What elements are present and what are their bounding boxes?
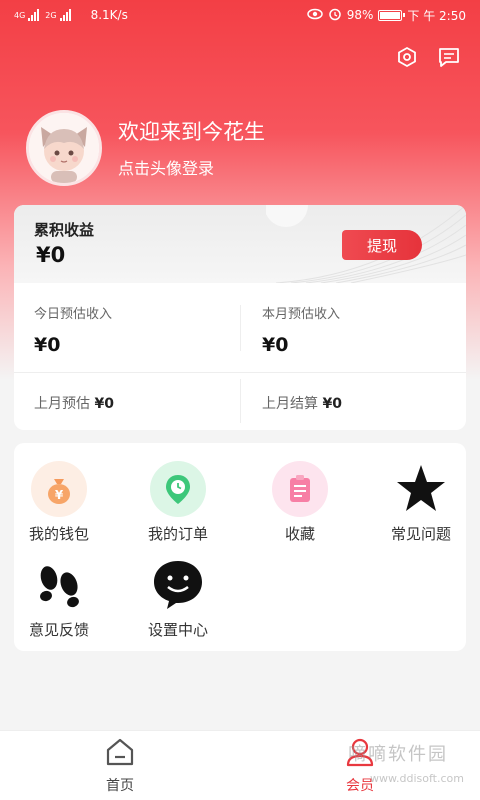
- footprints-icon: [31, 557, 87, 613]
- menu-label-orders: 我的订单: [147, 525, 208, 543]
- earnings-card: 累积收益 ¥0 提现 今日预估收入 ¥0 本月预估收入 ¥0 上月预估 ¥0 上…: [14, 205, 466, 430]
- message-icon[interactable]: [436, 44, 462, 70]
- network-type-2: 2G: [45, 10, 57, 20]
- menu-label-feedback: 意见反馈: [28, 621, 89, 639]
- star-icon: [393, 461, 449, 517]
- money-bag-icon: ¥: [31, 461, 87, 517]
- top-actions: [394, 44, 462, 70]
- menu-item-settings[interactable]: 设置中心: [128, 557, 228, 640]
- last-month-estimate: 上月预估 ¥0: [34, 393, 114, 413]
- eye-icon: [307, 8, 323, 23]
- menu-label-faq: 常见问题: [390, 525, 451, 543]
- today-estimate-label: 今日预估收入: [34, 307, 113, 322]
- month-estimate: 本月预估收入 ¥0: [240, 289, 466, 373]
- month-estimate-value: ¥0: [262, 334, 289, 356]
- login-hint[interactable]: 点击头像登录: [118, 155, 214, 179]
- avatar[interactable]: [26, 110, 102, 186]
- menu-item-favorites[interactable]: 收藏: [250, 461, 350, 544]
- today-estimate-value: ¥0: [34, 334, 61, 356]
- today-estimate: 今日预估收入 ¥0: [14, 289, 240, 373]
- battery-percent: 98%: [346, 8, 374, 22]
- signal-icon-2: [59, 9, 71, 21]
- nav-home[interactable]: 首页: [80, 737, 160, 795]
- menu-item-orders[interactable]: 我的订单: [128, 461, 228, 544]
- menu-item-wallet[interactable]: ¥ 我的钱包: [9, 461, 109, 544]
- menu-label-favorites: 收藏: [284, 525, 315, 543]
- divider: [240, 305, 241, 351]
- earnings-total: ¥0: [36, 243, 66, 267]
- divider: [240, 379, 241, 423]
- svg-text:¥: ¥: [55, 488, 64, 502]
- network-type: 4G: [14, 10, 26, 20]
- clipboard-icon: [272, 461, 328, 517]
- nav-home-label: 首页: [106, 778, 134, 794]
- watermark-text: 嘀嘀软件园: [348, 744, 448, 765]
- earnings-title: 累积收益: [34, 221, 95, 239]
- menu-label-wallet: 我的钱包: [28, 525, 89, 543]
- settings-hexagon-icon[interactable]: [394, 44, 420, 70]
- last-month-estimate-label: 上月预估: [34, 396, 90, 412]
- status-bar: 4G 2G 8.1K/s 98% 下 午 2:50: [0, 0, 480, 30]
- last-month-settlement: 上月结算 ¥0: [262, 393, 342, 413]
- menu-item-faq[interactable]: 常见问题: [371, 461, 471, 544]
- menu-label-settings: 设置中心: [147, 621, 208, 639]
- last-month-settlement-value: ¥0: [322, 396, 342, 412]
- battery-icon: [378, 9, 406, 21]
- month-estimate-label: 本月预估收入: [262, 307, 341, 322]
- menu-item-feedback[interactable]: 意见反馈: [9, 557, 109, 640]
- divider: [14, 372, 466, 373]
- home-icon: [106, 738, 134, 766]
- watermark-url: www.ddisoft.com: [370, 772, 464, 785]
- withdraw-button[interactable]: 提现: [342, 230, 422, 260]
- feature-menu: ¥ 我的钱包 我的订单 收藏 常见问题 意见反馈 设置中心: [14, 443, 466, 651]
- welcome-title: 欢迎来到今花生: [118, 120, 265, 144]
- network-speed: 8.1K/s: [90, 8, 128, 22]
- alarm-icon: [328, 7, 342, 24]
- last-month-estimate-value: ¥0: [94, 396, 114, 412]
- clock: 下 午 2:50: [407, 8, 466, 23]
- last-month-settlement-label: 上月结算: [262, 396, 318, 412]
- location-clock-icon: [150, 461, 206, 517]
- signal-icon: [28, 9, 40, 21]
- smiley-chat-icon: [150, 557, 206, 613]
- earnings-summary: 累积收益 ¥0 提现: [14, 205, 466, 283]
